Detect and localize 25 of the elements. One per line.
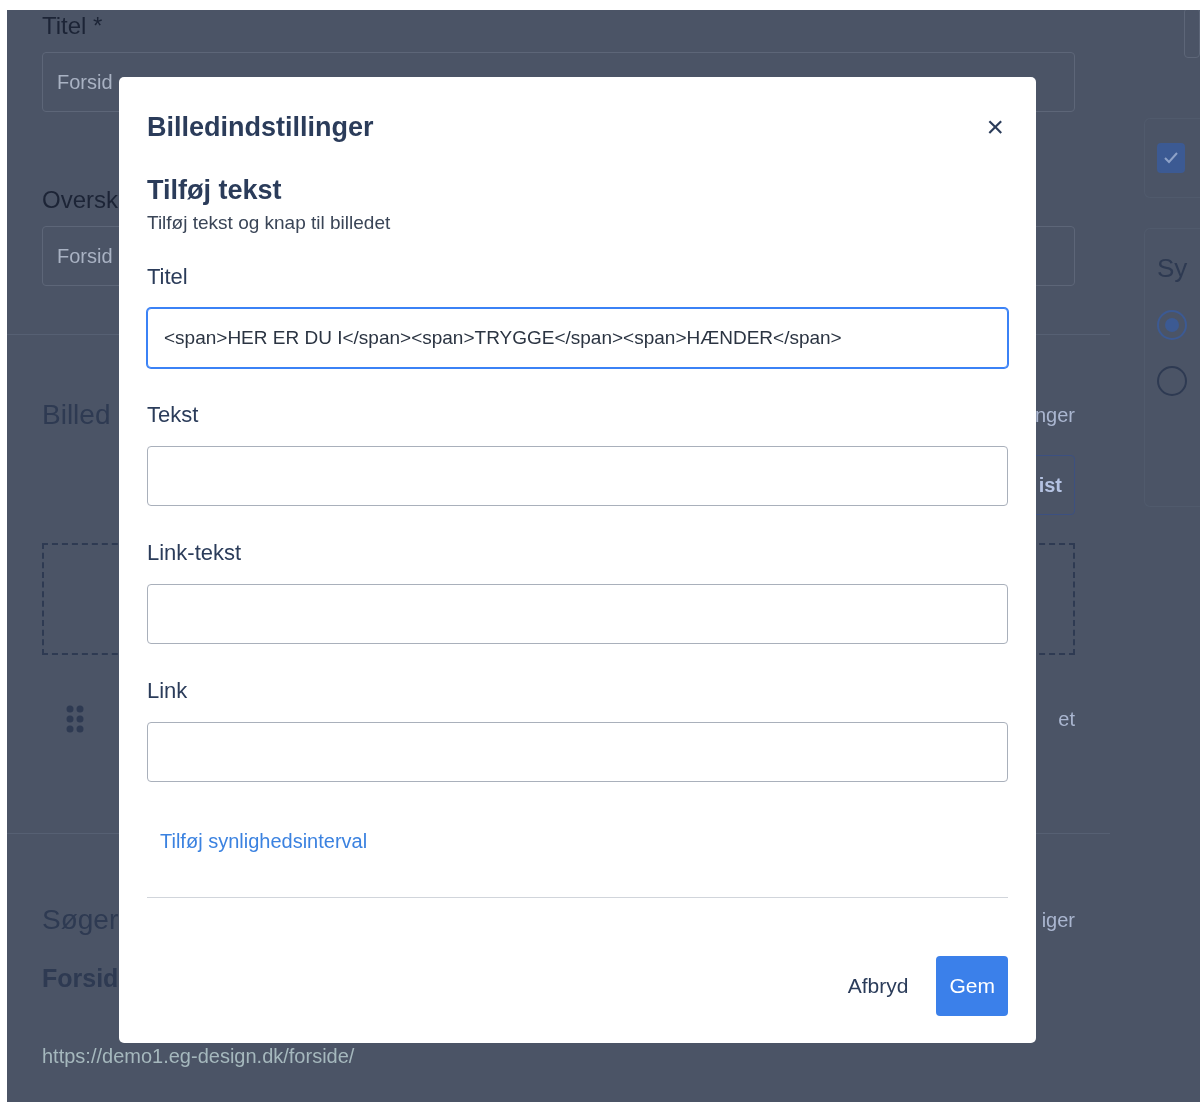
input-field[interactable] (147, 584, 1008, 644)
section-subtitle: Tilføj tekst og knap til billedet (147, 212, 392, 234)
input-field[interactable] (147, 722, 1008, 782)
radio-button[interactable] (1157, 366, 1187, 396)
check-icon (1164, 152, 1178, 164)
drag-handle-icon[interactable] (66, 705, 84, 733)
field-label: Titel (147, 264, 189, 290)
section-title: Tilføj tekst (147, 175, 283, 206)
cancel-button[interactable]: Afbryd (847, 956, 909, 1016)
field-label: Link (147, 678, 189, 704)
close-button[interactable]: × (982, 112, 1008, 142)
settings-link[interactable]: nger (1034, 403, 1075, 427)
radio-button[interactable] (1157, 310, 1187, 340)
field-label: Link-tekst (147, 540, 243, 566)
dialog-title: Billedindstillinger (147, 111, 374, 143)
remove-link[interactable]: et (1058, 707, 1075, 731)
save-button[interactable]: Gem (936, 956, 1008, 1016)
seo-url: https://demo1.eg-design.dk/forside/ (42, 1045, 355, 1068)
add-interval-link[interactable]: Tilføj synlighedsinterval (160, 830, 368, 853)
field-label: Tekst (147, 402, 200, 428)
input-field[interactable] (147, 446, 1008, 506)
input-field[interactable] (1184, 10, 1200, 58)
checkbox[interactable] (1157, 143, 1185, 173)
settings-link[interactable]: iger (1041, 908, 1075, 932)
input-field[interactable]: <span>HER ER DU I</span><span>TRYGGE</span><span>HÆNDER</span> (147, 308, 1008, 368)
